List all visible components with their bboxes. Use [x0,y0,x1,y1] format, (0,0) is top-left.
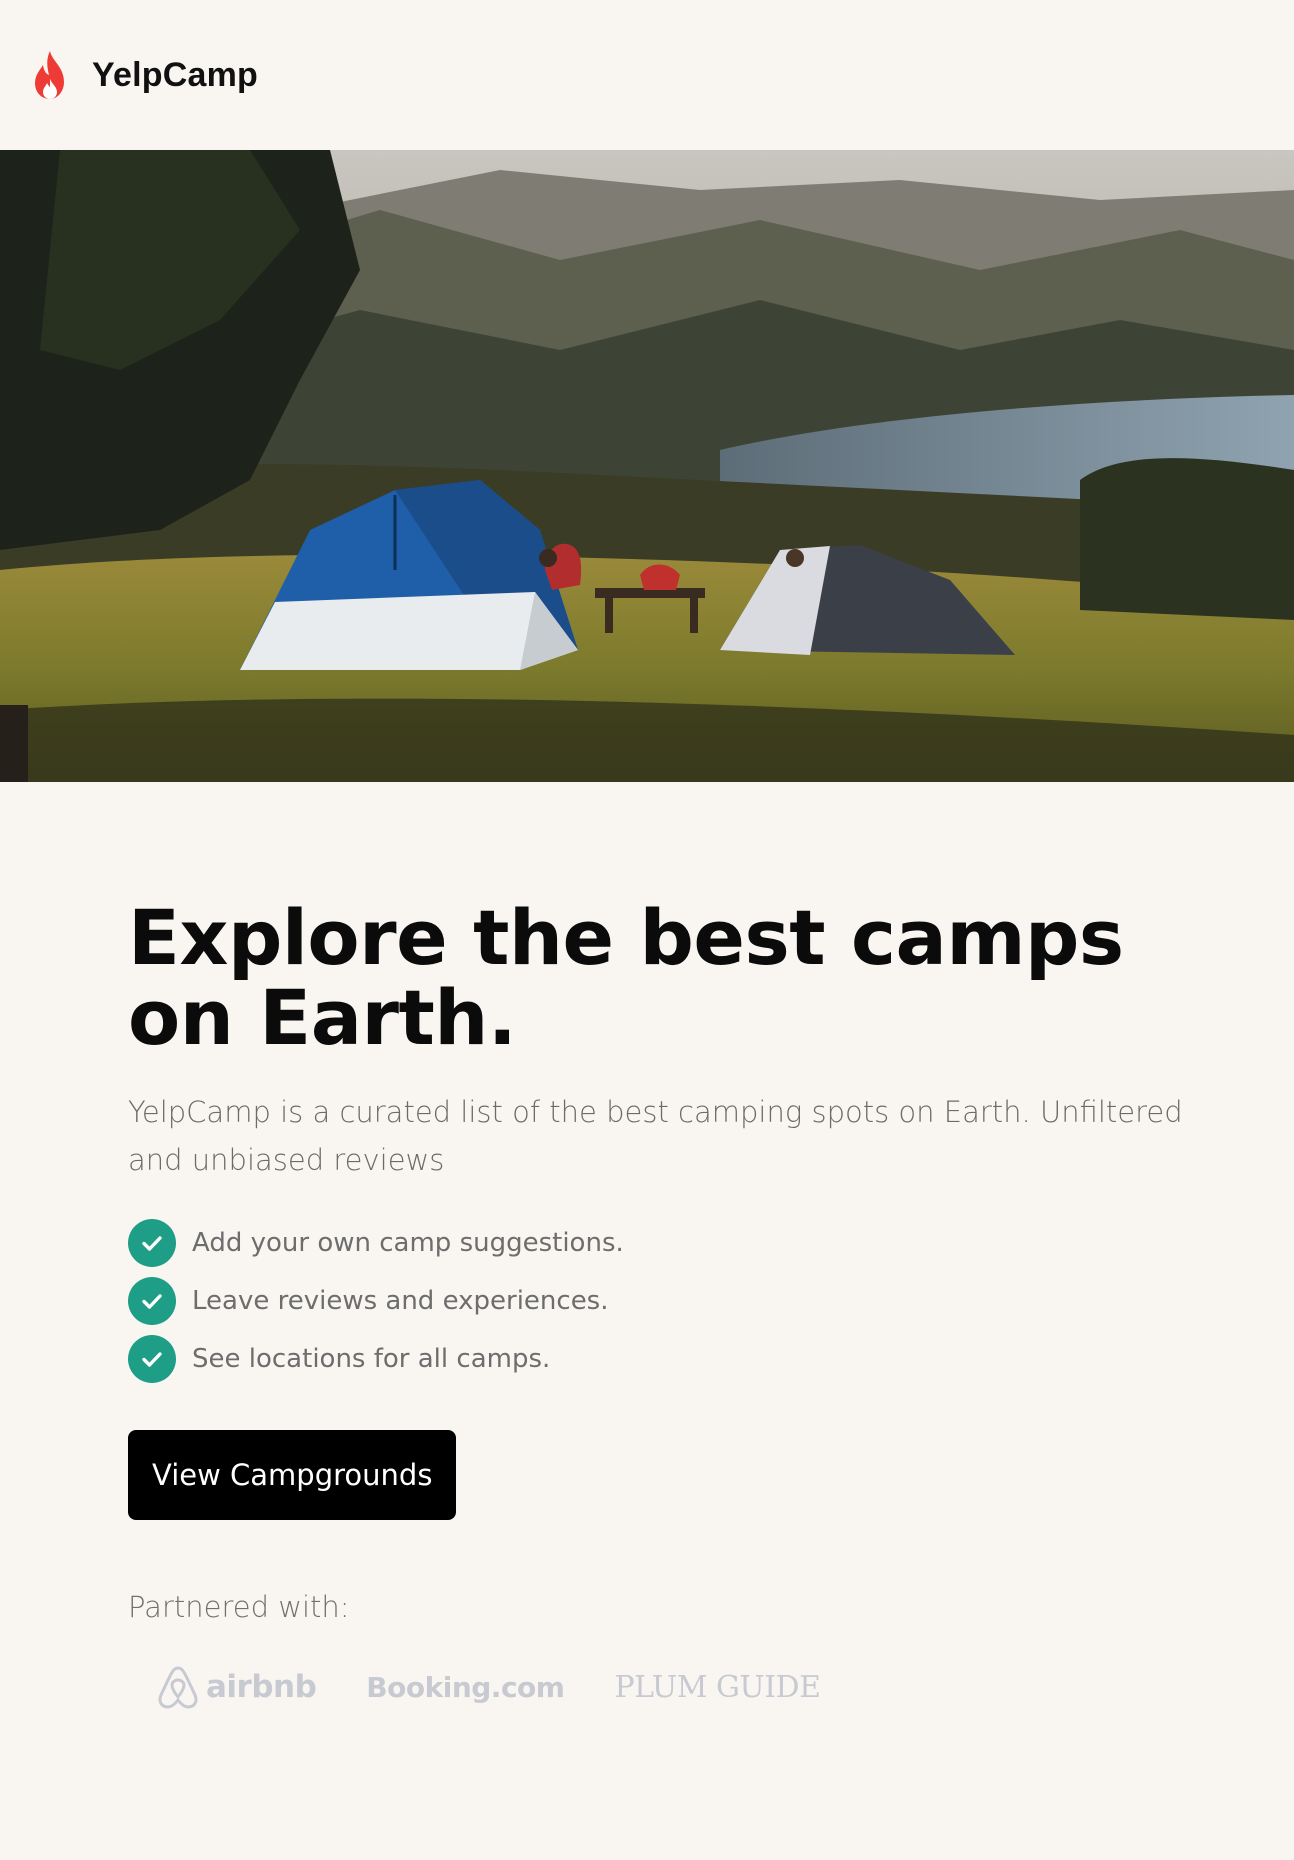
lead-text: YelpCamp is a curated list of the best c… [128,1095,1183,1177]
booking-logo: Booking.com [366,1670,565,1704]
airbnb-icon [158,1666,198,1709]
feature-label: Add your own camp suggestions. [192,1228,624,1258]
view-campgrounds-button[interactable]: View Campgrounds [128,1430,457,1520]
feature-item: See locations for all camps. [128,1330,1294,1388]
main-content: Explore the best camps on Earth. YelpCam… [0,782,1294,1710]
booking-wordmark: Booking.com [366,1670,565,1704]
feature-item: Add your own camp suggestions. [128,1214,1294,1272]
check-circle-icon [128,1219,176,1267]
hero-image [0,150,1294,782]
plum-guide-logo: PLUM GUIDE [614,1669,821,1705]
brand-name[interactable]: YelpCamp [92,56,258,95]
airbnb-wordmark: airbnb [206,1669,317,1705]
feature-item: Leave reviews and experiences. [128,1272,1294,1330]
check-circle-icon [128,1335,176,1383]
flame-icon[interactable] [30,49,70,101]
partner-logos: airbnb Booking.com PLUM GUIDE [128,1664,1294,1710]
feature-list: Add your own camp suggestions. Leave rev… [128,1214,1294,1388]
navbar: YelpCamp [0,0,1294,150]
feature-label: See locations for all camps. [192,1344,551,1374]
feature-label: Leave reviews and experiences. [192,1286,609,1316]
airbnb-logo: airbnb [156,1664,317,1710]
check-circle-icon [128,1277,176,1325]
plum-guide-wordmark: PLUM GUIDE [614,1669,821,1705]
partners-label: Partnered with: [128,1590,350,1624]
page-title: Explore the best camps on Earth. [128,893,1124,1062]
